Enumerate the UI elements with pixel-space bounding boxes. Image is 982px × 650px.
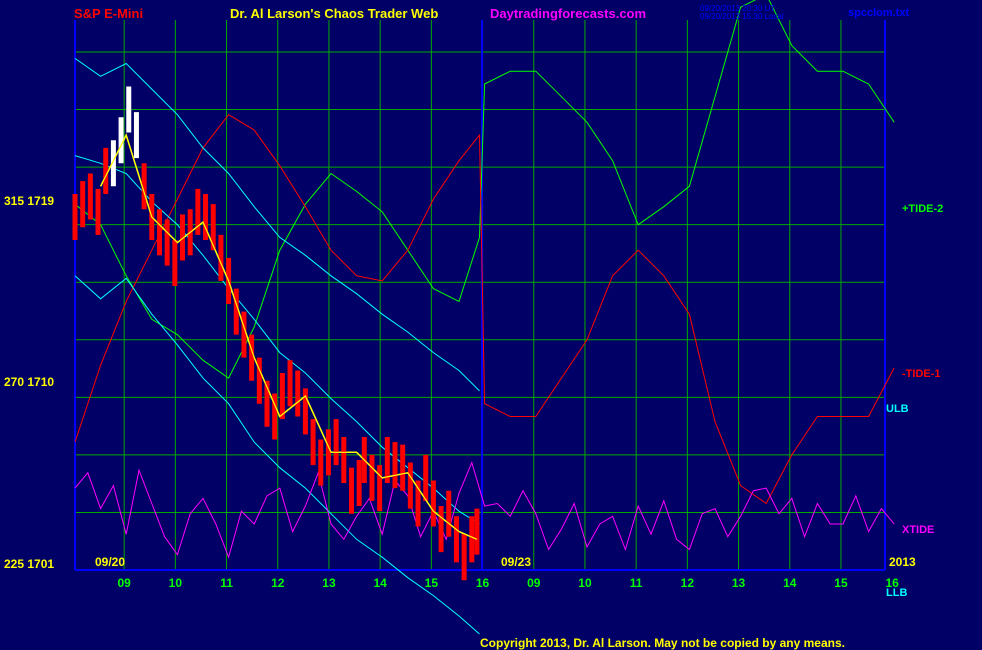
x-tick-label: 15 (425, 576, 439, 590)
x-tick-label: 10 (578, 576, 592, 590)
x-tick-label: 11 (220, 576, 233, 590)
x-tick-label: 11 (630, 576, 643, 590)
x-tick-label: 14 (783, 576, 797, 590)
copyright-notice: Copyright 2013, Dr. Al Larson. May not b… (480, 636, 845, 650)
legend-tide2: +TIDE-2 (902, 203, 943, 215)
x-tick-label: 09 (117, 576, 131, 590)
x-tick-label: 14 (373, 576, 387, 590)
instrument-title: S&P E-Mini (74, 6, 143, 21)
page-title: Dr. Al Larson's Chaos Trader Web (230, 6, 438, 21)
site-name: Daytradingforecasts.com (490, 6, 646, 21)
timestamp-local: 09/20/2013 15:30 Local (700, 12, 784, 21)
legend-llb: LLB (886, 587, 907, 599)
y-tick-label: 270 1710 (4, 375, 54, 389)
x-tick-label: 15 (834, 576, 848, 590)
data-file-name: spcclom.txt (848, 7, 909, 19)
x-tick-label: 10 (169, 576, 183, 590)
x-tick-label: 09 (527, 576, 541, 590)
date-marker: 09/20 (95, 555, 125, 569)
legend-xtide: XTIDE (902, 524, 934, 536)
x-tick-label: 12 (681, 576, 695, 590)
x-tick-label: 12 (271, 576, 285, 590)
x-tick-label: 13 (732, 576, 746, 590)
legend-tide1: -TIDE-1 (902, 368, 941, 380)
year-marker: 2013 (889, 555, 916, 569)
y-tick-label: 315 1719 (4, 194, 54, 208)
y-tick-label: 225 1701 (4, 557, 54, 571)
chart-background (0, 0, 982, 650)
x-tick-label: 16 (476, 576, 490, 590)
x-tick-label: 13 (322, 576, 336, 590)
date-marker: 09/23 (501, 555, 531, 569)
legend-ulb: ULB (886, 403, 909, 415)
chart: S&P E-Mini Dr. Al Larson's Chaos Trader … (0, 0, 982, 650)
